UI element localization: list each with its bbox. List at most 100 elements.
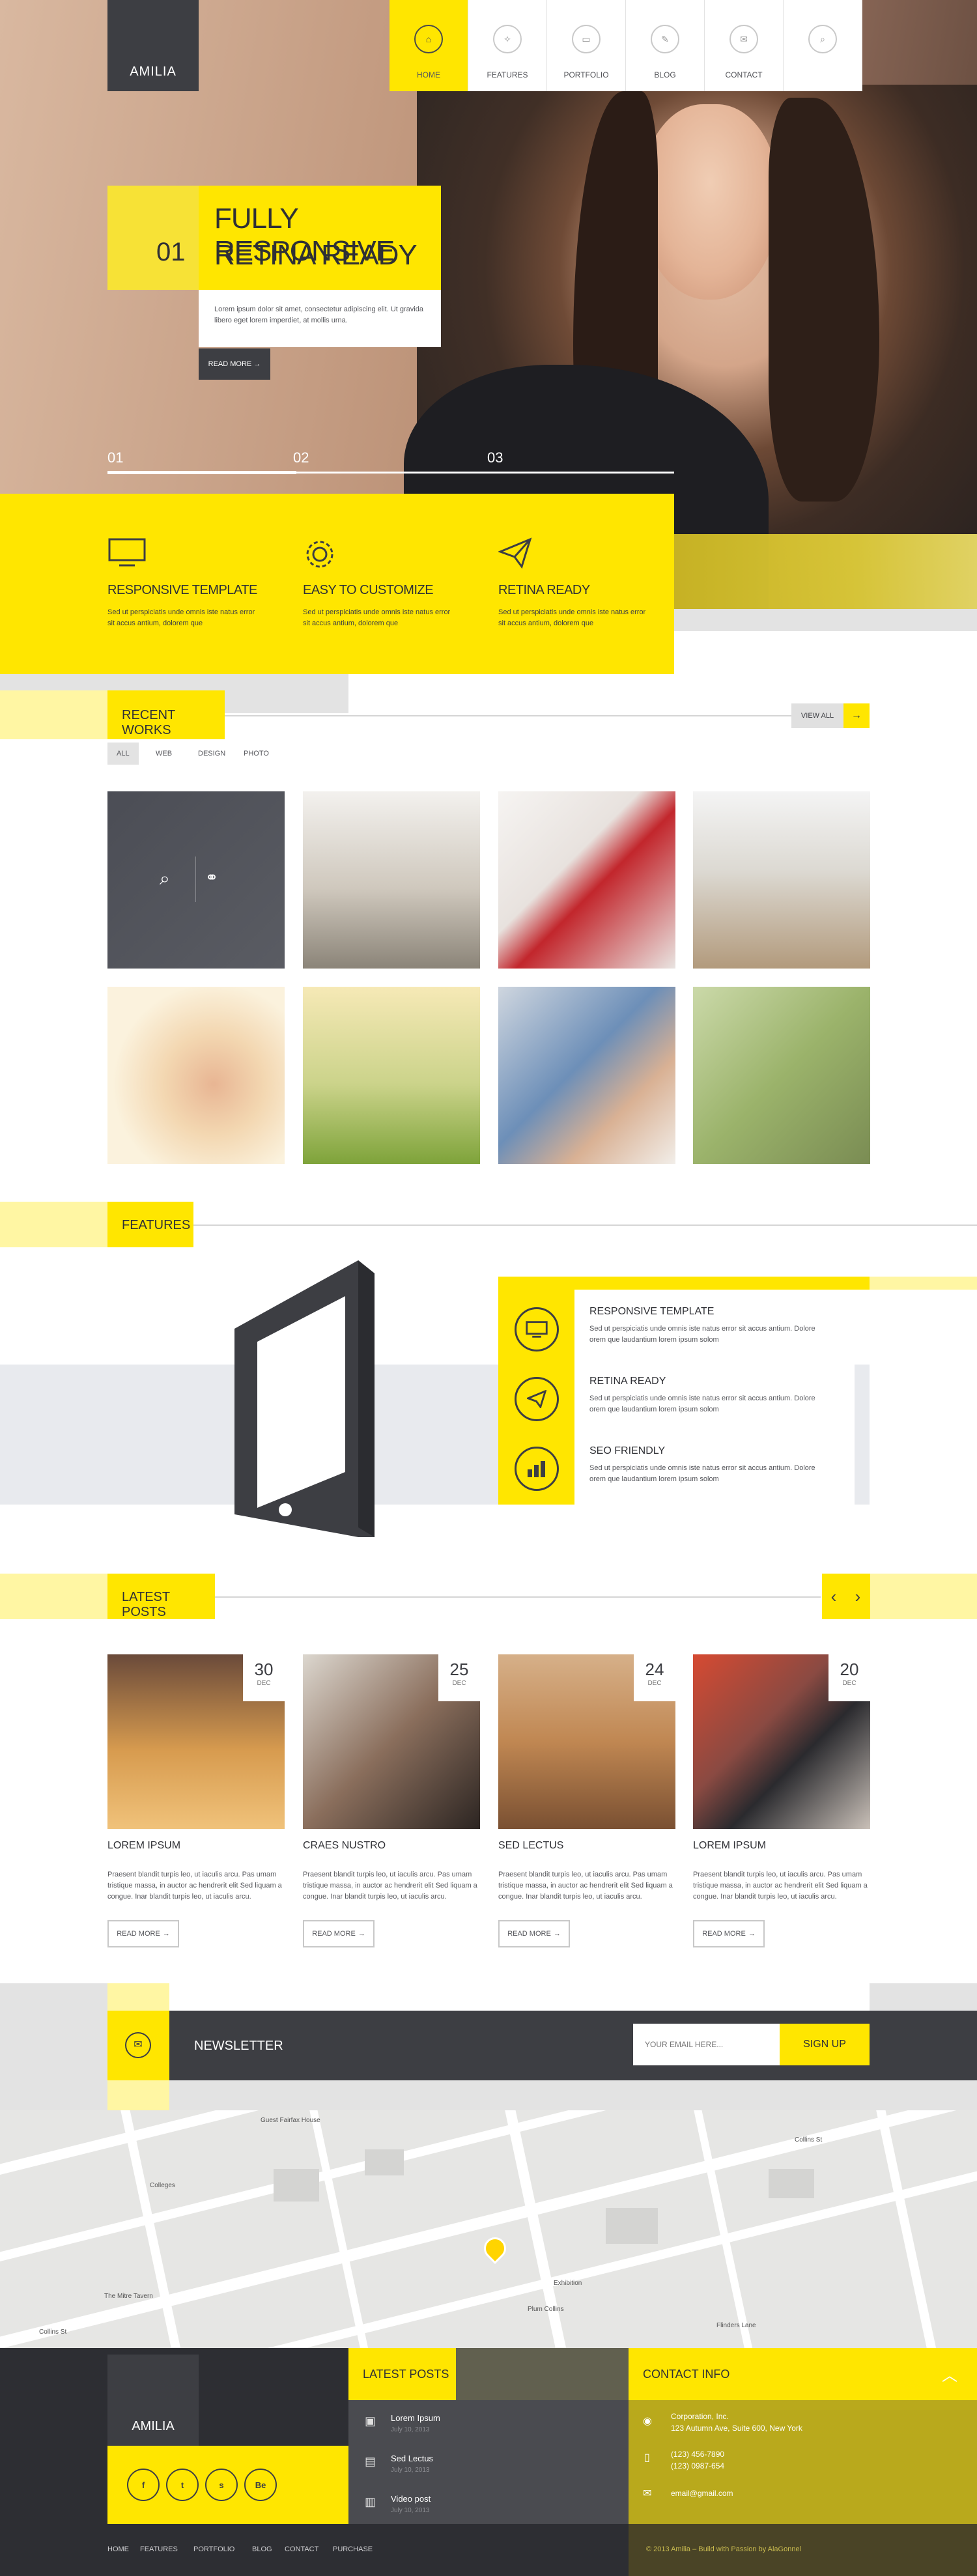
newsletter-email-input[interactable] (633, 2024, 780, 2065)
nav-item-search[interactable]: ⌕ (784, 0, 862, 91)
post-read-more-button[interactable]: READ MORE → (107, 1920, 179, 1947)
post-image[interactable]: 20 DEC (693, 1654, 870, 1829)
work-thumbnail[interactable]: ⌕ ⚭ (107, 791, 285, 969)
nav-item-contact[interactable]: ✉ CONTACT (705, 0, 784, 91)
work-thumbnail[interactable] (303, 791, 480, 969)
latest-posts-title: LATEST POSTS (122, 1590, 170, 1619)
chevron-up-icon[interactable]: ︿ (942, 2362, 957, 2385)
footer-post-title[interactable]: Lorem Ipsum (391, 2413, 440, 2423)
post-text: Praesent blandit turpis leo, ut iaculis … (303, 1871, 477, 1901)
filter-photo[interactable]: PHOTO (234, 743, 278, 765)
map-block (606, 2208, 658, 2244)
nav-item-home[interactable]: ⌂ HOME (389, 0, 468, 91)
post-read-more-button[interactable]: READ MORE → (498, 1920, 570, 1947)
feature-item-text: Sed ut perspiciatis unde omnis iste natu… (589, 1325, 815, 1344)
newsletter-signup-button[interactable]: SIGN UP (780, 2024, 870, 2065)
logo[interactable]: AMILIA (107, 0, 199, 91)
nav-label: CONTACT (725, 70, 763, 79)
link-icon[interactable]: ⚭ (205, 868, 218, 887)
filter-design[interactable]: DESIGN (189, 743, 234, 765)
work-thumbnail[interactable] (498, 791, 675, 969)
post-read-more-button[interactable]: READ MORE → (303, 1920, 375, 1947)
map-label: Plum Collins (528, 2306, 564, 2313)
post-date: 20 DEC (828, 1654, 870, 1701)
footer-logo-text: AMILIA (132, 2419, 175, 2433)
arrow-right-icon: → (358, 1930, 365, 1938)
features-panel-top (574, 1277, 870, 1290)
post-date: 30 DEC (243, 1654, 285, 1701)
filter-all[interactable]: ALL (107, 743, 139, 765)
features-line (193, 1224, 977, 1226)
work-thumbnail[interactable] (303, 987, 480, 1164)
map-label: Guest Fairfax House (261, 2117, 320, 2124)
posts-next-button[interactable]: › (845, 1574, 870, 1619)
skype-icon[interactable]: s (205, 2469, 238, 2501)
footer-nav-blog[interactable]: BLOG (252, 2545, 272, 2553)
post-image[interactable]: 25 DEC (303, 1654, 480, 1829)
recent-works-line (225, 715, 791, 716)
post-title[interactable]: LOREM IPSUM (693, 1840, 766, 1852)
filter-web[interactable]: WEB (147, 743, 181, 765)
read-more-label: READ MORE (702, 1930, 746, 1938)
map-label: Flinders Lane (716, 2322, 756, 2329)
map-block (365, 2149, 404, 2175)
hero-number-box: 01 (107, 186, 199, 290)
slide-3[interactable]: 03 (487, 449, 503, 466)
post-date: 25 DEC (438, 1654, 480, 1701)
document-icon: ▤ (365, 2455, 376, 2468)
paper-plane-icon (515, 1377, 559, 1421)
footer-logo[interactable]: AMILIA (107, 2355, 199, 2446)
feature-item-title: RESPONSIVE TEMPLATE (589, 1306, 715, 1317)
post-image[interactable]: 30 DEC (107, 1654, 285, 1829)
contact-email[interactable]: email@gmail.com (671, 2489, 733, 2498)
post-read-more-button[interactable]: READ MORE → (693, 1920, 765, 1947)
map[interactable]: Guest Fairfax House Colleges Collins St … (0, 2110, 977, 2348)
behance-icon[interactable]: Be (244, 2469, 277, 2501)
pencil-icon: ✎ (651, 25, 679, 53)
hero-read-more-button[interactable]: READ MORE → (199, 348, 270, 380)
post-title[interactable]: LOREM IPSUM (107, 1840, 180, 1852)
nav-item-blog[interactable]: ✎ BLOG (626, 0, 705, 91)
footer-post-title[interactable]: Sed Lectus (391, 2454, 433, 2463)
nav-item-features[interactable]: ✧ FEATURES (468, 0, 547, 91)
strip-item-text: Sed ut perspiciatis unde omnis iste natu… (107, 608, 255, 627)
location-icon: ◉ (643, 2416, 652, 2427)
slide-2[interactable]: 02 (293, 449, 309, 466)
posts-prev-button[interactable]: ‹ (822, 1574, 845, 1619)
arrow-right-icon: → (748, 1930, 756, 1938)
view-all-button[interactable]: VIEW ALL → (791, 703, 870, 728)
footer-post-title[interactable]: Video post (391, 2494, 431, 2504)
map-label: Collins St (39, 2328, 67, 2336)
footer-nav-purchase[interactable]: PURCHASE (333, 2545, 373, 2553)
search-icon: ⌕ (808, 25, 837, 53)
map-pin-icon[interactable] (479, 2232, 511, 2265)
footer-nav-portfolio[interactable]: PORTFOLIO (193, 2545, 234, 2553)
footer-latest-title: LATEST POSTS (363, 2368, 449, 2381)
post-title[interactable]: SED LECTUS (498, 1840, 563, 1852)
post-title[interactable]: CRAES NUSTRO (303, 1840, 386, 1852)
features-bar (0, 1202, 107, 1247)
nav-item-portfolio[interactable]: ▭ PORTFOLIO (547, 0, 626, 91)
search-icon[interactable]: ⌕ (160, 868, 170, 890)
newsletter-white-top (169, 1983, 870, 2011)
footer-nav-features[interactable]: FEATURES (140, 2545, 178, 2553)
footer-nav-home[interactable]: HOME (107, 2545, 129, 2553)
slide-1[interactable]: 01 (107, 449, 123, 466)
strip-item-title: RESPONSIVE TEMPLATE (107, 583, 257, 597)
hero-title-line2: RETINA READY (214, 239, 418, 271)
features-title-box: FEATURES (107, 1202, 193, 1247)
post-month: DEC (842, 1680, 857, 1687)
work-thumbnail[interactable] (693, 791, 870, 969)
twitter-icon[interactable]: t (166, 2469, 199, 2501)
work-thumbnail[interactable] (107, 987, 285, 1164)
copyright: © 2013 Amilia – Build with Passion by Al… (646, 2545, 802, 2553)
map-road (307, 2110, 378, 2348)
facebook-icon[interactable]: f (127, 2469, 160, 2501)
arrow-right-icon: → (553, 1930, 561, 1938)
footer-nav-contact[interactable]: CONTACT (285, 2545, 319, 2553)
nav-label: HOME (417, 70, 440, 79)
work-thumbnail[interactable] (498, 987, 675, 1164)
post-image[interactable]: 24 DEC (498, 1654, 675, 1829)
work-thumbnail[interactable] (693, 987, 870, 1164)
footer-latest-header: LATEST POSTS (348, 2348, 456, 2400)
